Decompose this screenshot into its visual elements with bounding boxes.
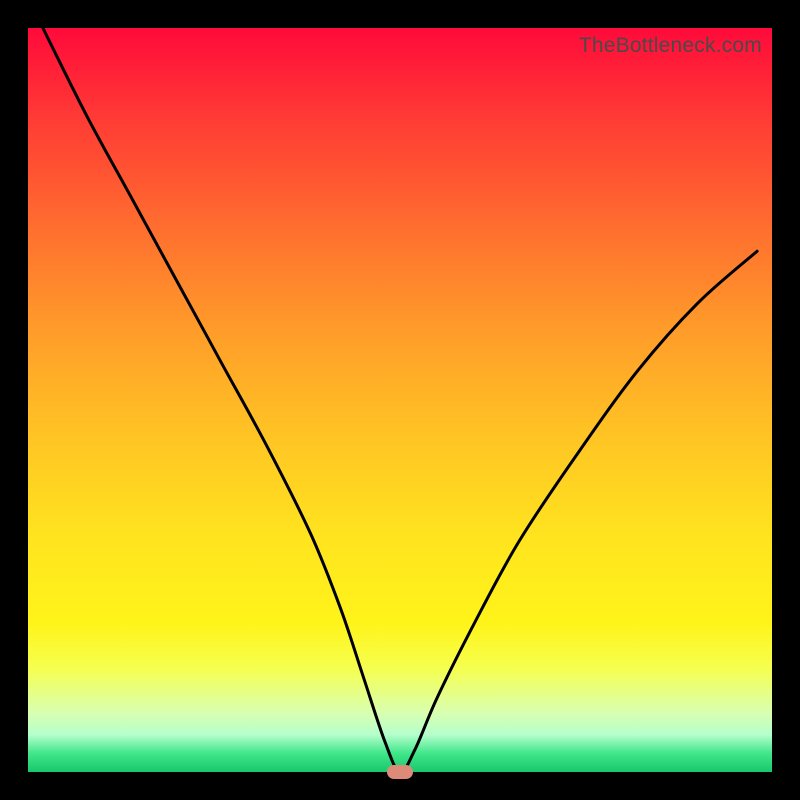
minimum-marker bbox=[387, 765, 413, 779]
chart-frame: TheBottleneck.com bbox=[0, 0, 800, 800]
bottleneck-curve bbox=[28, 28, 772, 772]
plot-area: TheBottleneck.com bbox=[28, 28, 772, 772]
